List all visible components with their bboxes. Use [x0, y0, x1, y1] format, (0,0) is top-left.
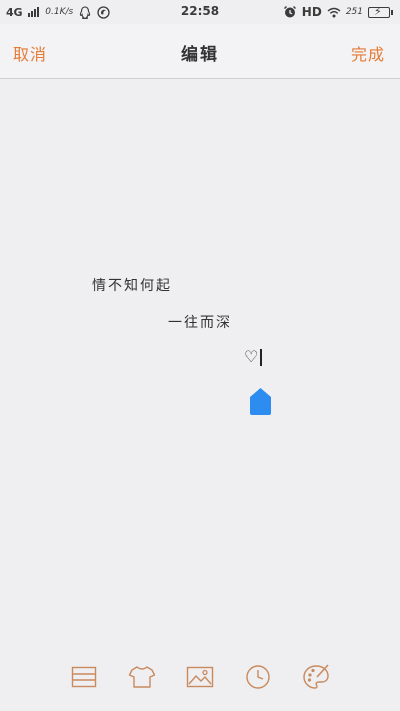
bottom-toolbar	[0, 655, 400, 699]
hd-indicator: HD	[301, 5, 322, 19]
alarm-icon	[283, 6, 296, 18]
image-button[interactable]	[186, 663, 214, 691]
list-icon	[71, 666, 97, 688]
palette-icon	[303, 664, 329, 689]
editor-line[interactable]: 情不知何起	[92, 275, 172, 295]
charging-icon: ⚡	[374, 4, 382, 18]
list-button[interactable]	[70, 663, 98, 691]
shirt-icon	[128, 666, 156, 688]
reminder-button[interactable]	[244, 663, 272, 691]
text-cursor	[260, 349, 262, 366]
text-editor[interactable]: 情不知何起 一往而深 ♡	[0, 79, 400, 639]
editor-line[interactable]: ♡	[244, 347, 260, 366]
clock-icon	[246, 665, 270, 689]
status-bar: 4G 0.1K/s 22:58 HD 251 ⚡	[0, 0, 400, 24]
palette-button[interactable]	[302, 663, 330, 691]
done-button[interactable]: 完成	[351, 41, 385, 65]
battery-icon: ⚡	[368, 4, 393, 18]
wifi-icon	[327, 7, 341, 17]
theme-button[interactable]	[128, 663, 156, 691]
cursor-handle[interactable]	[250, 388, 271, 415]
battery-level: 251	[345, 7, 363, 17]
status-bar-right: HD 251 ⚡	[283, 4, 393, 20]
nav-bar: 取消 编辑 完成	[0, 24, 400, 79]
image-icon	[186, 666, 214, 688]
editor-line[interactable]: 一往而深	[168, 312, 232, 332]
page-title: 编辑	[181, 45, 219, 65]
